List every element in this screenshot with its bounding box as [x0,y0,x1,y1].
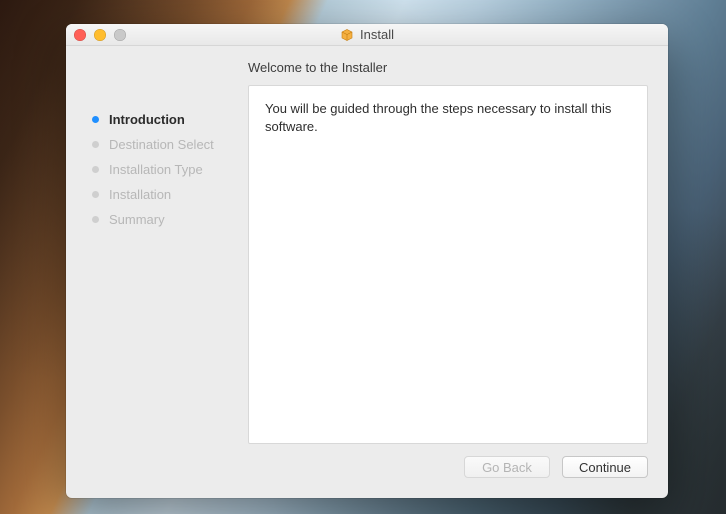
zoom-icon [114,29,126,41]
continue-button[interactable]: Continue [562,456,648,478]
step-introduction: Introduction [92,107,248,132]
minimize-icon[interactable] [94,29,106,41]
step-label: Introduction [109,112,185,127]
step-destination-select: Destination Select [92,132,248,157]
content-body-text: You will be guided through the steps nec… [265,101,611,134]
steps-sidebar: Introduction Destination Select Installa… [86,85,248,444]
step-installation-type: Installation Type [92,157,248,182]
window-controls [66,29,126,41]
subheader: Welcome to the Installer [66,46,668,85]
installer-window: Install Welcome to the Installer Introdu… [66,24,668,498]
window-title: Install [360,27,394,42]
titlebar[interactable]: Install [66,24,668,46]
footer: Go Back Continue [66,444,668,498]
step-installation: Installation [92,182,248,207]
step-bullet-icon [92,141,99,148]
close-icon[interactable] [74,29,86,41]
step-bullet-icon [92,166,99,173]
step-bullet-icon [92,191,99,198]
content-pane: You will be guided through the steps nec… [248,85,648,444]
step-label: Installation Type [109,162,203,177]
step-summary: Summary [92,207,248,232]
welcome-text: Welcome to the Installer [248,60,387,75]
step-bullet-icon [92,116,99,123]
step-label: Installation [109,187,171,202]
step-label: Destination Select [109,137,214,152]
desktop-background: Install Welcome to the Installer Introdu… [0,0,726,514]
step-bullet-icon [92,216,99,223]
step-label: Summary [109,212,165,227]
go-back-button: Go Back [464,456,550,478]
package-icon [340,28,354,42]
